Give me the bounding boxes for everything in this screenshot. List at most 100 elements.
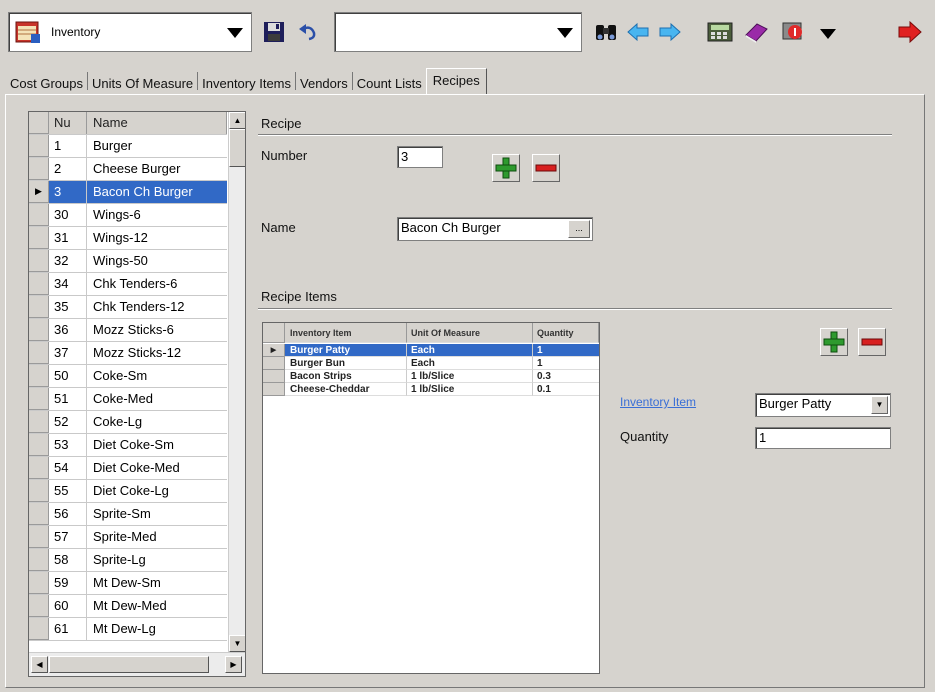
row-indicator[interactable] — [29, 365, 49, 387]
tab-count-lists[interactable]: Count Lists — [353, 72, 426, 94]
tab-vendors[interactable]: Vendors — [296, 72, 352, 94]
row-indicator[interactable] — [29, 296, 49, 318]
row-indicator[interactable] — [29, 549, 49, 571]
recipe-number-cell[interactable]: 51 — [49, 388, 87, 410]
number-field[interactable]: 3 — [397, 146, 443, 168]
list-item[interactable]: 36 Mozz Sticks-6 — [29, 319, 227, 342]
add-item-button[interactable] — [820, 328, 848, 356]
delete-recipe-button[interactable] — [532, 154, 560, 182]
scroll-thumb[interactable] — [229, 129, 245, 167]
tab-cost-groups[interactable]: Cost Groups — [6, 72, 87, 94]
quantity-cell[interactable]: 0.3 — [533, 370, 599, 383]
recipe-name-cell[interactable]: Sprite-Sm — [87, 503, 227, 525]
recipe-number-cell[interactable]: 31 — [49, 227, 87, 249]
list-item[interactable]: 31 Wings-12 — [29, 227, 227, 250]
recipe-number-cell[interactable]: 32 — [49, 250, 87, 272]
recipe-name-cell[interactable]: Coke-Sm — [87, 365, 227, 387]
tab-recipes[interactable]: Recipes — [425, 68, 487, 94]
recipe-number-cell[interactable]: 54 — [49, 457, 87, 479]
recipe-name-cell[interactable]: Mozz Sticks-12 — [87, 342, 227, 364]
recipe-name-cell[interactable]: Mt Dew-Lg — [87, 618, 227, 640]
horizontal-scrollbar[interactable]: ◀ ▶ — [29, 652, 245, 676]
column-header-name[interactable]: Name — [87, 112, 227, 134]
row-indicator[interactable] — [29, 595, 49, 617]
unit-of-measure-cell[interactable]: 1 lb/Slice — [407, 383, 533, 396]
recipe-number-cell[interactable]: 2 — [49, 158, 87, 180]
list-item[interactable]: 57 Sprite-Med — [29, 526, 227, 549]
chevron-down-icon[interactable] — [820, 29, 836, 39]
quantity-cell[interactable]: 0.1 — [533, 383, 599, 396]
list-item[interactable]: 53 Diet Coke-Sm — [29, 434, 227, 457]
recipe-name-cell[interactable]: Sprite-Med — [87, 526, 227, 548]
row-pointer-icon[interactable]: ▶ — [29, 181, 49, 203]
undo-button[interactable] — [292, 15, 324, 49]
recipe-name-cell[interactable]: Wings-12 — [87, 227, 227, 249]
scroll-left-button[interactable]: ◀ — [31, 656, 48, 673]
list-item[interactable]: 51 Coke-Med — [29, 388, 227, 411]
add-recipe-button[interactable] — [492, 154, 520, 182]
name-lookup-button[interactable]: ... — [568, 220, 590, 238]
row-indicator[interactable] — [29, 319, 49, 341]
list-item[interactable]: 32 Wings-50 — [29, 250, 227, 273]
scroll-right-button[interactable]: ▶ — [225, 656, 242, 673]
unit-of-measure-cell[interactable]: 1 lb/Slice — [407, 370, 533, 383]
recipe-number-cell[interactable]: 35 — [49, 296, 87, 318]
inventory-item-cell[interactable]: Burger Patty — [285, 344, 407, 357]
search-combo[interactable] — [334, 12, 582, 52]
recipe-name-cell[interactable]: Wings-6 — [87, 204, 227, 226]
row-indicator[interactable] — [29, 388, 49, 410]
recipe-name-cell[interactable]: Sprite-Lg — [87, 549, 227, 571]
table-row[interactable]: Cheese-Cheddar 1 lb/Slice 0.1 — [263, 383, 599, 396]
inventory-item-link[interactable]: Inventory Item — [620, 395, 696, 409]
list-item[interactable]: 54 Diet Coke-Med — [29, 457, 227, 480]
list-item[interactable]: 1 Burger — [29, 135, 227, 158]
inventory-item-cell[interactable]: Burger Bun — [285, 357, 407, 370]
list-item[interactable]: 37 Mozz Sticks-12 — [29, 342, 227, 365]
recipe-number-cell[interactable]: 37 — [49, 342, 87, 364]
column-header-number[interactable]: Nu — [49, 112, 87, 134]
row-indicator[interactable] — [29, 503, 49, 525]
previous-button[interactable] — [622, 15, 654, 49]
recipe-name-cell[interactable]: Coke-Med — [87, 388, 227, 410]
tab-units-of-measure[interactable]: Units Of Measure — [88, 72, 197, 94]
recipe-name-cell[interactable]: Mozz Sticks-6 — [87, 319, 227, 341]
unit-of-measure-cell[interactable]: Each — [407, 357, 533, 370]
recipe-name-cell[interactable]: Burger — [87, 135, 227, 157]
row-indicator[interactable] — [29, 618, 49, 640]
recipe-name-cell[interactable]: Diet Coke-Sm — [87, 434, 227, 456]
row-indicator[interactable] — [29, 273, 49, 295]
inventory-item-cell[interactable]: Bacon Strips — [285, 370, 407, 383]
delete-item-button[interactable] — [858, 328, 886, 356]
list-item[interactable]: 30 Wings-6 — [29, 204, 227, 227]
recipe-number-cell[interactable]: 50 — [49, 365, 87, 387]
inventory-item-cell[interactable]: Cheese-Cheddar — [285, 383, 407, 396]
column-header-quantity[interactable]: Quantity — [533, 323, 599, 343]
name-field[interactable]: Bacon Ch Burger ... — [397, 217, 593, 241]
quantity-cell[interactable]: 1 — [533, 344, 599, 357]
row-pointer-icon[interactable]: ▶ — [263, 344, 285, 357]
recipe-number-cell[interactable]: 56 — [49, 503, 87, 525]
exit-button[interactable] — [894, 15, 926, 49]
row-indicator[interactable] — [263, 383, 285, 396]
chevron-down-icon[interactable] — [227, 28, 243, 38]
table-row[interactable]: Burger Bun Each 1 — [263, 357, 599, 370]
column-header-inventory-item[interactable]: Inventory Item — [285, 323, 407, 343]
quantity-field[interactable]: 1 — [755, 427, 891, 449]
list-item[interactable]: 55 Diet Coke-Lg — [29, 480, 227, 503]
recipe-number-cell[interactable]: 34 — [49, 273, 87, 295]
next-button[interactable] — [654, 15, 686, 49]
unit-of-measure-cell[interactable]: Each — [407, 344, 533, 357]
scroll-down-button[interactable]: ▼ — [229, 635, 245, 652]
recipe-name-cell[interactable]: Mt Dew-Sm — [87, 572, 227, 594]
list-item[interactable]: 35 Chk Tenders-12 — [29, 296, 227, 319]
list-item[interactable]: 50 Coke-Sm — [29, 365, 227, 388]
list-item[interactable]: 34 Chk Tenders-6 — [29, 273, 227, 296]
recipe-name-cell[interactable]: Diet Coke-Lg — [87, 480, 227, 502]
list-item[interactable]: 61 Mt Dew-Lg — [29, 618, 227, 641]
tab-inventory-items[interactable]: Inventory Items — [198, 72, 295, 94]
recipe-number-cell[interactable]: 60 — [49, 595, 87, 617]
row-indicator[interactable] — [29, 250, 49, 272]
table-row[interactable]: ▶ Burger Patty Each 1 — [263, 344, 599, 357]
inventory-item-select[interactable]: Burger Patty ▼ — [755, 393, 891, 417]
row-indicator[interactable] — [29, 158, 49, 180]
